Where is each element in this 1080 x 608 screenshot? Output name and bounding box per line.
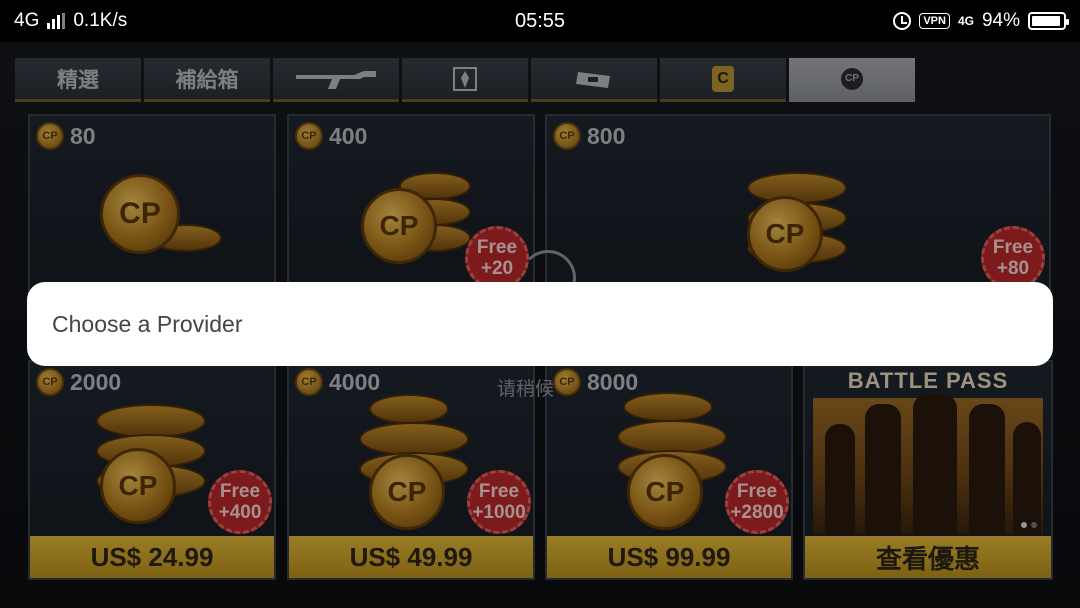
cp-coin-icon: CP [295, 368, 323, 396]
card-label: CP 2000 [36, 368, 121, 396]
cp-card-2000[interactable]: CP 2000 CP Free +400 US$ 24.99 [28, 360, 276, 580]
free-label: Free [992, 237, 1034, 258]
battery-percent: 94% [981, 10, 1020, 31]
cp-amount: 8000 [587, 368, 639, 395]
cp-coin-icon: CP [553, 122, 581, 150]
free-label: Free [736, 481, 778, 502]
price-button[interactable]: US$ 99.99 [547, 536, 791, 578]
free-amount: +400 [218, 502, 262, 523]
cp-coin-icon: CP [36, 368, 64, 396]
status-right: VPN 4G 94% [893, 10, 1069, 32]
cp-card-8000[interactable]: CP 8000 CP Free +2800 US$ 99.99 [545, 360, 793, 580]
network-type: 4G [14, 10, 40, 31]
cp-coin-image: CP [361, 188, 437, 264]
free-bonus-badge: Free +400 [208, 470, 272, 534]
status-left: 4G 0.1K/s [14, 10, 127, 32]
free-bonus-badge: Free +2800 [725, 470, 789, 534]
shop-tabs: 精選 補給箱 C CP [15, 58, 915, 102]
cp-coin-image: CP [100, 448, 176, 524]
cp-icon: CP [841, 67, 863, 90]
vpn-icon: VPN [919, 13, 950, 29]
ticket-icon [576, 71, 610, 88]
free-amount: +80 [996, 258, 1030, 279]
free-amount: +20 [480, 258, 514, 279]
cp-coin-icon: CP [553, 368, 581, 396]
coin-stack-icon [96, 404, 206, 438]
tab-cp[interactable]: CP [789, 58, 915, 102]
outfit-icon [453, 66, 477, 91]
loading-text: 请稍候 [497, 379, 555, 400]
tab-c-currency[interactable]: C [660, 58, 786, 102]
price-button[interactable]: US$ 49.99 [289, 536, 533, 578]
cp-coin-icon: CP [295, 122, 323, 150]
alarm-icon [893, 12, 912, 30]
coin-stack-icon [359, 422, 469, 456]
free-bonus-badge: Free +80 [981, 226, 1045, 290]
cp-coin-image: CP [100, 174, 180, 254]
dialog-title: Choose a Provider [52, 310, 243, 337]
free-label: Free [219, 481, 261, 502]
view-offer-button[interactable]: 查看優惠 [805, 536, 1051, 578]
cp-amount: 2000 [70, 368, 122, 395]
coin-stack-icon [617, 420, 727, 454]
free-amount: +2800 [730, 502, 784, 523]
battery-icon [1028, 12, 1069, 30]
battle-pass-image [813, 394, 1043, 534]
tab-weapons[interactable] [273, 58, 399, 102]
cp-amount: 80 [70, 122, 96, 149]
tab-label: 精選 [57, 68, 99, 92]
cp-amount: 800 [587, 122, 626, 149]
tab-crates[interactable]: 補給箱 [144, 58, 270, 102]
coin-stack-icon [623, 392, 713, 422]
free-amount: +1000 [472, 502, 526, 523]
card-label: CP 400 [295, 122, 367, 150]
c-badge-icon: C [712, 65, 734, 92]
tab-label: 補給箱 [175, 68, 239, 92]
battle-pass-card[interactable]: BATTLE PASS 查看優惠 [803, 360, 1053, 580]
signal-icon [47, 13, 66, 29]
tab-tickets[interactable] [531, 58, 657, 102]
battle-pass-title: BATTLE PASS [847, 368, 1009, 393]
tab-outfits[interactable] [402, 58, 528, 102]
free-label: Free [476, 237, 518, 258]
card-label: CP 4000 [295, 368, 380, 396]
free-bonus-badge: Free +1000 [467, 470, 531, 534]
cp-coin-image: CP [627, 454, 703, 530]
card-label: CP 800 [553, 122, 625, 150]
cp-amount: 400 [329, 122, 368, 149]
cp-amount: 4000 [329, 368, 381, 395]
cp-coin-image: CP [369, 454, 445, 530]
network-type-2: 4G [957, 14, 974, 28]
network-speed: 0.1K/s [73, 10, 128, 31]
card-label: CP 80 [36, 122, 96, 150]
coin-stack-icon [369, 394, 449, 424]
status-bar: 4G 0.1K/s 05:55 VPN 4G 94% [0, 0, 1080, 42]
provider-dialog: Choose a Provider [27, 282, 1053, 366]
price-button[interactable]: US$ 24.99 [30, 536, 274, 578]
carousel-dots [1021, 522, 1037, 528]
cp-coin-image: CP [747, 196, 823, 272]
cp-coin-icon: CP [36, 122, 64, 150]
free-label: Free [478, 481, 520, 502]
tab-featured[interactable]: 精選 [15, 58, 141, 102]
rifle-icon [296, 70, 376, 89]
card-label: CP 8000 [553, 368, 638, 396]
